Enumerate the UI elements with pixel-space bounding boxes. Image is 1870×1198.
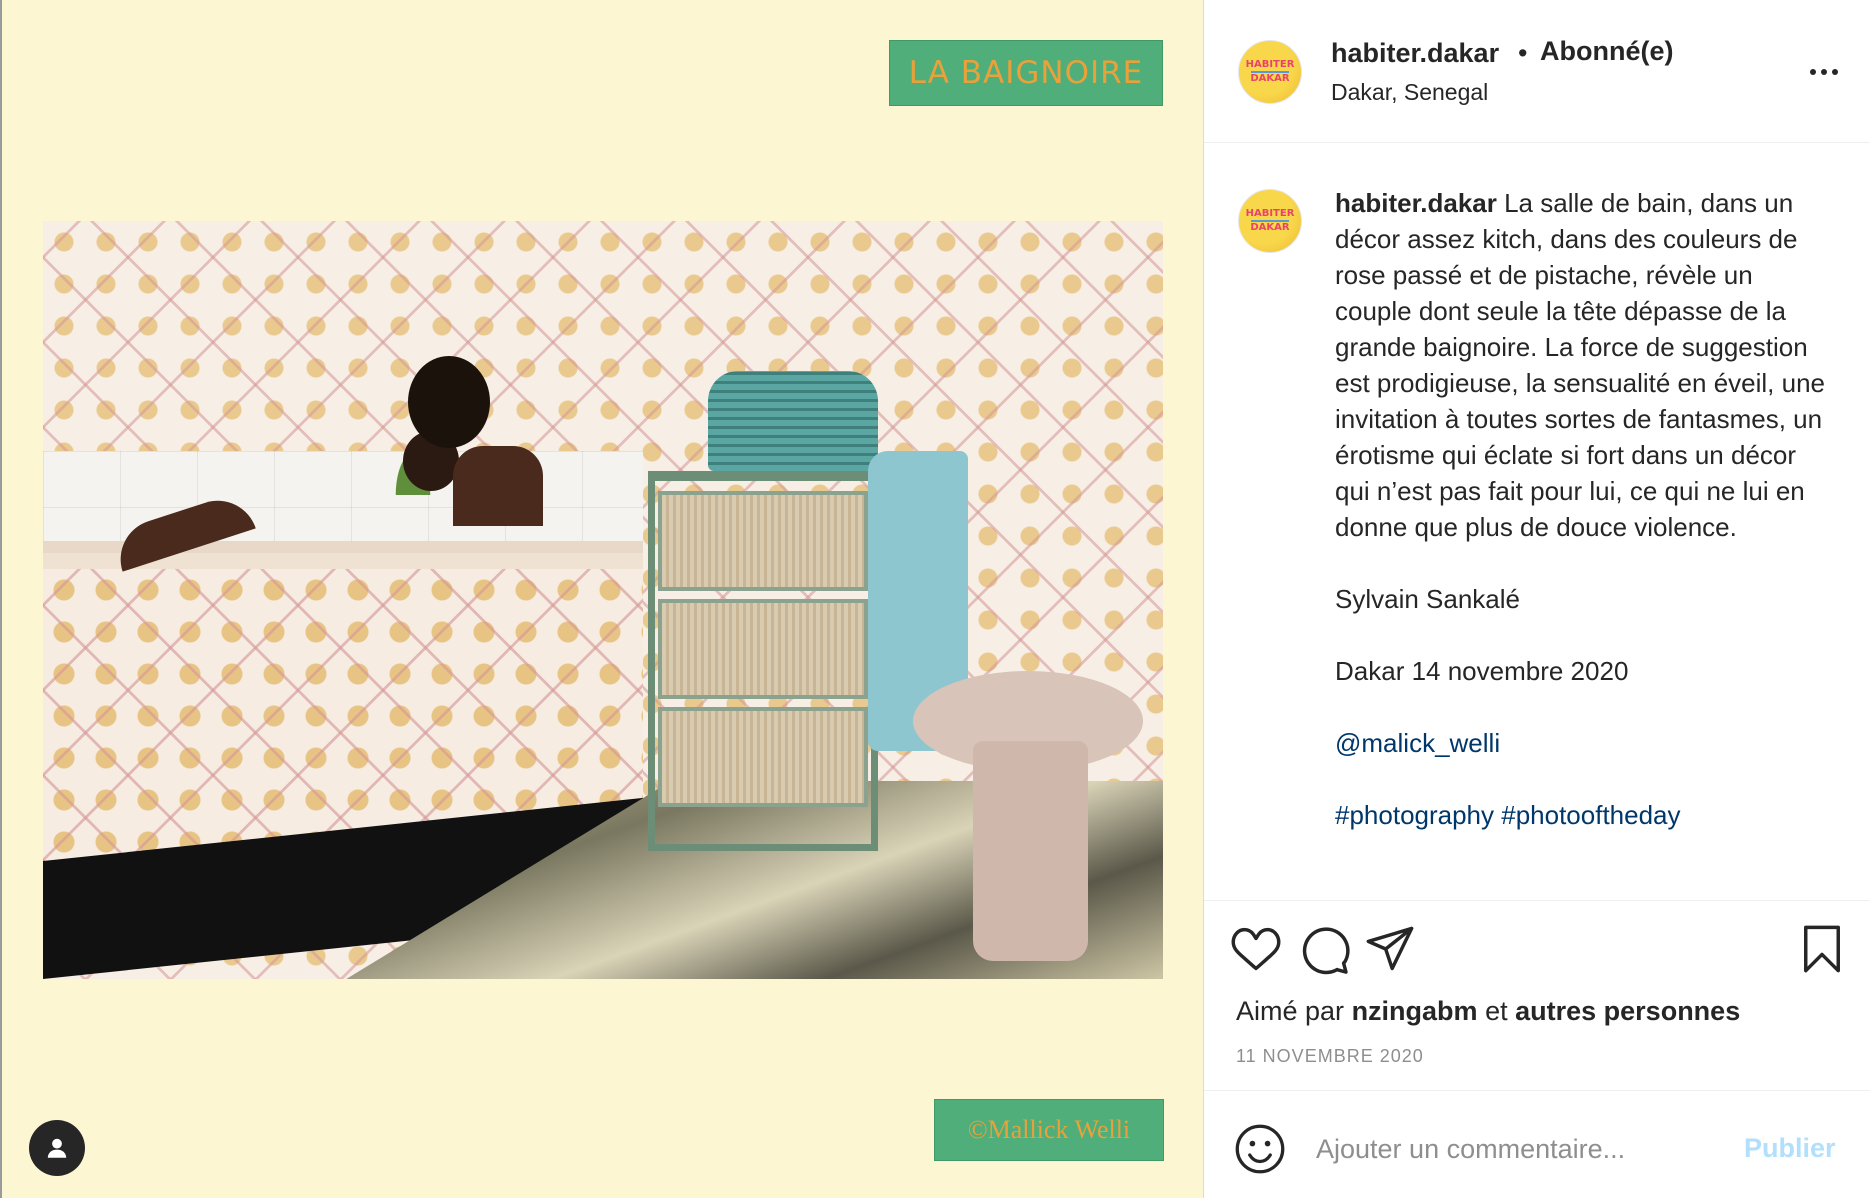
action-bar: Aimé par nzingabm et autres personnes 11… <box>1204 900 1870 1090</box>
liker-link[interactable]: nzingabm <box>1352 996 1478 1026</box>
caption-avatar[interactable]: HABITER DAKAR <box>1238 189 1302 253</box>
mention-link[interactable]: @malick_welli <box>1335 728 1500 758</box>
caption-text: La salle de bain, dans un décor assez ki… <box>1335 188 1825 542</box>
post-header: HABITER DAKAR habiter.dakar • Abonné(e) … <box>1204 0 1870 143</box>
other-likers-link[interactable]: autres personnes <box>1515 996 1740 1026</box>
comments-scroll-area[interactable]: HABITER DAKAR habiter.dakar La salle de … <box>1204 143 1870 900</box>
profile-avatar[interactable]: HABITER DAKAR <box>1238 40 1302 104</box>
post-caption: habiter.dakar La salle de bain, dans un … <box>1335 185 1835 869</box>
bathroom-photo[interactable] <box>43 221 1163 979</box>
paper-plane-icon[interactable] <box>1364 923 1416 975</box>
more-options-icon[interactable] <box>1804 52 1844 92</box>
tagged-users-button[interactable] <box>29 1120 85 1176</box>
caption-dateline: Dakar 14 novembre 2020 <box>1335 656 1629 686</box>
post-date[interactable]: 11 NOVEMBRE 2020 <box>1236 1046 1424 1067</box>
add-comment-bar: Publier <box>1204 1090 1870 1198</box>
credit-badge: ©Mallick Welli <box>934 1099 1164 1161</box>
separator-dot: • <box>1518 38 1528 68</box>
emoji-smile-icon[interactable] <box>1234 1123 1286 1175</box>
likes-summary: Aimé par nzingabm et autres personnes <box>1236 996 1741 1026</box>
bookmark-icon[interactable] <box>1796 923 1848 975</box>
comment-bubble-icon[interactable] <box>1298 923 1350 975</box>
hashtags-link[interactable]: #photography #photooftheday <box>1335 800 1681 830</box>
woven-basket <box>708 371 878 471</box>
publish-button[interactable]: Publier <box>1744 1133 1836 1164</box>
comment-input[interactable] <box>1316 1127 1736 1171</box>
username-link[interactable]: habiter.dakar <box>1331 38 1499 69</box>
user-icon <box>47 1138 67 1158</box>
title-badge: LA BAIGNOIRE <box>889 40 1163 106</box>
location-link[interactable]: Dakar, Senegal <box>1331 79 1488 106</box>
follow-status-button[interactable]: Abonné(e) <box>1540 36 1673 67</box>
caption-username-link[interactable]: habiter.dakar <box>1335 188 1497 218</box>
post-sidebar: HABITER DAKAR habiter.dakar • Abonné(e) … <box>1203 0 1870 1198</box>
post-media[interactable]: LA BAIGNOIRE ©Mallick Welli <box>0 0 1203 1198</box>
caption-author: Sylvain Sankalé <box>1335 584 1520 614</box>
heart-icon[interactable] <box>1230 923 1282 975</box>
